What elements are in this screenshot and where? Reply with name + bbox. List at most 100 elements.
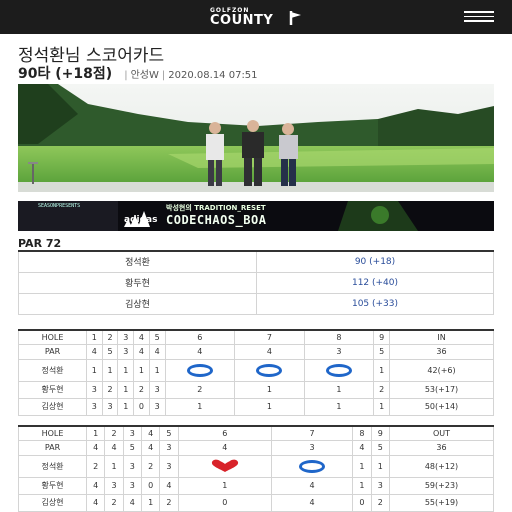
ad-banner[interactable]: SEASONPRESENTS adidas 박성현의 TRADITION_RES…: [18, 201, 494, 231]
hole-header-row: HOLE 1 2 3 4 5 6 7 8 9 OUT: [18, 425, 494, 441]
score-cell: 4: [85, 476, 106, 495]
score-cell: 2: [164, 380, 236, 399]
score-cell: 1: [373, 397, 390, 416]
par-cell: 5: [101, 343, 119, 360]
total-cell: 50(+14): [389, 397, 494, 416]
score-cell: 2: [85, 454, 106, 478]
header-cell: 9: [373, 329, 390, 345]
birdie-circle-icon: [186, 363, 213, 377]
par-cell: 5: [373, 343, 390, 360]
hole-header-row: HOLE 1 2 3 4 5 6 7 8 9 IN: [18, 329, 494, 345]
player-row: 김상현 105 (+33): [18, 292, 494, 315]
par-cell: 4: [133, 343, 150, 360]
total-cell: 42(+6): [389, 358, 494, 382]
score-row: 황두현 3 2 1 2 3 2 1 1 2 53(+17): [18, 380, 494, 399]
header-cell: 9: [370, 425, 391, 441]
player-total: 112 (+40): [256, 271, 494, 294]
header-cell: 1: [86, 329, 103, 345]
par-cell: 5: [370, 439, 391, 456]
score-cell: 1: [140, 493, 161, 512]
par-cell: 3: [270, 439, 354, 456]
score-cell: 2: [104, 493, 124, 512]
score-cell: 1: [352, 476, 372, 495]
score-cell: 1: [370, 454, 391, 478]
player-total: 90 (+18): [256, 250, 494, 273]
score-cell: 1: [177, 476, 272, 495]
player-name: 김상현: [18, 397, 87, 416]
par-cell: 4: [234, 343, 305, 360]
score-cell: 4: [270, 493, 354, 512]
header-cell: 7: [234, 329, 305, 345]
header-cell: HOLE: [18, 329, 87, 345]
score-row: 황두현 4 3 3 0 4 1 4 1 3 59(+23): [18, 476, 494, 495]
banner-headline: 박성현의 TRADITION_RESET: [166, 204, 266, 212]
score-cell: 1: [234, 380, 305, 399]
par-cell: 5: [122, 439, 142, 456]
score-cell: 0: [140, 476, 161, 495]
header-cell: 6: [164, 329, 236, 345]
header-cell: IN: [389, 329, 494, 345]
score-cell: 4: [122, 493, 142, 512]
player-name: 김상현: [18, 292, 257, 315]
header-cell: OUT: [389, 425, 494, 441]
header-cell: 3: [122, 425, 142, 441]
header-cell: 6: [177, 425, 272, 441]
banner-code: CODECHAOS_BOA: [166, 213, 267, 227]
par-cell: 3: [303, 343, 375, 360]
score-cell: 1: [352, 454, 372, 478]
player-name: 김상현: [18, 493, 87, 512]
round-datetime: 2020.08.14 07:51: [168, 70, 258, 81]
round-photo: [18, 84, 494, 192]
score-cell: 2: [373, 380, 390, 399]
score-row: 김상현 3 3 1 0 3 1 1 1 1 50(+14): [18, 397, 494, 416]
score-cell: 1: [101, 358, 119, 382]
score-cell: [270, 454, 354, 478]
header-cell: 3: [117, 329, 135, 345]
banner-small-text: SEASONPRESENTS: [38, 203, 81, 209]
score-cell: 4: [159, 476, 179, 495]
scorecard-in: HOLE 1 2 3 4 5 6 7 8 9 IN PAR 4 5 3 4 4 …: [18, 329, 494, 416]
course-name: 안성W: [130, 70, 159, 81]
flag-logo-icon: [289, 11, 301, 25]
score-summary: 90타 (+18점) | 안성W | 2020.08.14 07:51: [18, 66, 258, 82]
score-cell: 3: [104, 476, 124, 495]
par-row: PAR 4 4 5 4 3 4 3 4 5 36: [18, 439, 494, 456]
par-cell: 36: [389, 439, 494, 456]
score-cell: 4: [85, 493, 106, 512]
score-cell: 2: [159, 493, 179, 512]
top-bar: GOLFZON COUNTY: [0, 0, 512, 34]
score-cell: 1: [133, 358, 150, 382]
header-cell: 4: [133, 329, 150, 345]
score-cell: 3: [148, 380, 166, 399]
score-row: 정석환 2 1 3 2 3 1 1 48(+12): [18, 454, 494, 478]
par-cell: PAR: [18, 343, 87, 360]
score-cell: 1: [117, 358, 135, 382]
score-cell: 0: [133, 397, 150, 416]
score-cell: [303, 358, 375, 382]
eagle-heart-icon: [211, 459, 238, 472]
par-cell: 4: [104, 439, 124, 456]
par-cell: 4: [140, 439, 161, 456]
header-cell: 5: [148, 329, 166, 345]
score-cell: 4: [270, 476, 354, 495]
course-par-label: PAR 72: [18, 237, 62, 250]
player-name: 정석환: [18, 358, 87, 382]
score-cell: 1: [303, 397, 375, 416]
score-row: 정석환 1 1 1 1 1 1 42(+6): [18, 358, 494, 382]
score-cell: 3: [148, 397, 166, 416]
score-cell: 1: [234, 397, 305, 416]
hamburger-menu-icon[interactable]: [464, 11, 494, 23]
score-row: 김상현 4 2 4 1 2 0 4 0 2 55(+19): [18, 493, 494, 512]
par-cell: 4: [352, 439, 372, 456]
birdie-circle-icon: [299, 459, 326, 473]
score-cell: 2: [370, 493, 391, 512]
player-name: 정석환: [18, 454, 87, 478]
header-cell: 4: [140, 425, 161, 441]
total-cell: 59(+23): [389, 476, 494, 495]
score-cell: 0: [177, 493, 272, 512]
player-name: 황두현: [18, 380, 87, 399]
header-cell: 8: [352, 425, 372, 441]
golfzon-county-logo[interactable]: GOLFZON COUNTY: [210, 7, 310, 29]
header-cell: 8: [303, 329, 375, 345]
score-cell: 1: [164, 397, 236, 416]
